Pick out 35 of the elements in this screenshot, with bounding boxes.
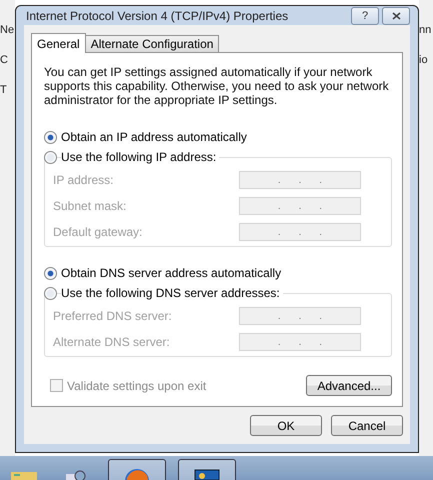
cancel-button[interactable]: Cancel [331,415,403,436]
globe-icon [124,468,150,480]
field-label: Preferred DNS server: [53,309,172,323]
folder-icon [10,470,38,480]
field-label: Default gateway: [53,225,142,239]
help-button[interactable]: ? [351,6,379,24]
intro-text: You can get IP settings assigned automatically if your network supports this capability. Otherwise, you need to ask your network administrator for the appropriate IP settings. [44,65,390,107]
radio-button[interactable] [44,266,57,280]
taskbar-button[interactable] [178,459,236,480]
tab[interactable]: General [31,33,86,53]
background-text: T [0,84,8,96]
radio-label: Obtain an IP address automatically [61,130,247,144]
window-icon [193,468,221,480]
checkbox-label: Validate settings upon exit [67,378,206,392]
taskbar-button[interactable] [108,459,166,480]
advanced-button[interactable]: Advanced... [306,375,392,396]
tab[interactable]: Alternate Configuration [84,35,220,53]
field-label: Subnet mask: [53,199,126,213]
radio-button[interactable] [44,286,57,300]
radio-button[interactable] [44,150,57,164]
background-text: nn [419,24,432,36]
radio-label: Use the following DNS server addresses: [61,286,283,300]
field-label: IP address: [53,173,114,187]
background-text: C [0,54,9,66]
network-icon [64,468,88,480]
ok-button[interactable]: OK [250,415,322,436]
window-title: Internet Protocol Version 4 (TCP/IPv4) Properties [25,8,290,22]
field-label: Alternate DNS server: [53,335,170,349]
radio-label: Obtain DNS server address automatically [61,266,282,280]
background-text: io [419,54,429,66]
radio-label: Use the following IP address: [61,150,220,164]
close-icon [392,12,400,20]
close-button[interactable] [382,6,410,24]
background-text: Ne [0,24,15,36]
radio-button[interactable] [44,130,57,144]
